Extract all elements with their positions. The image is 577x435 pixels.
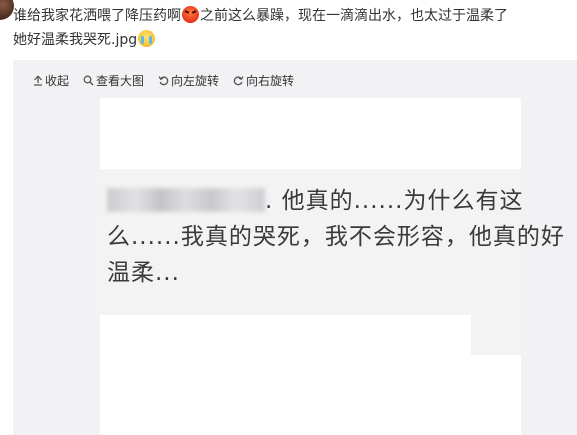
post-text-line-1: 谁给我家花洒喂了降压药啊 之前这么暴躁，现在一滴滴出水，也太过于温柔了: [13, 4, 573, 28]
collapse-label: 收起: [45, 73, 70, 88]
media-panel: 收起 查看大图 向左旋转 向右旋转 . 他真的......为什么有这 么....…: [13, 60, 577, 435]
post-text-part-2: 之前这么暴躁，现在一滴滴出水，也太过于温柔了: [200, 8, 508, 24]
media-toolbar: 收起 查看大图 向左旋转 向右旋转: [33, 71, 294, 89]
rotate-left-button[interactable]: 向左旋转: [158, 72, 219, 89]
angry-face-icon: [182, 6, 199, 23]
post-text: 谁给我家花洒喂了降压药啊 之前这么暴躁，现在一滴滴出水，也太过于温柔了 她好温柔我…: [13, 4, 573, 52]
image-text-line-1: . 他真的......为什么有这: [107, 183, 523, 219]
collapse-icon: [34, 75, 42, 86]
avatar[interactable]: [0, 0, 14, 20]
post-text-part-3: 她好温柔我哭死.jpg: [13, 32, 138, 48]
post-image[interactable]: . 他真的......为什么有这 么......我真的哭死，我不会形容，他真的好…: [100, 98, 565, 435]
image-text: . 他真的......为什么有这 么......我真的哭死，我不会形容，他真的好…: [107, 183, 565, 291]
image-corner: [471, 315, 521, 355]
image-text-line-2: 么......我真的哭死，我不会形容，他真的好: [107, 224, 565, 250]
view-large-label: 查看大图: [96, 73, 145, 88]
post-text-line-2: 她好温柔我哭死.jpg: [13, 28, 573, 52]
rotate-left-icon: [158, 75, 169, 85]
magnifier-icon: [83, 75, 94, 85]
rotate-right-label: 向右旋转: [246, 73, 295, 88]
blurred-text: [107, 188, 265, 212]
crying-face-icon: [138, 30, 156, 47]
image-text-line-1-content: . 他真的......为什么有这: [265, 188, 524, 214]
rotate-right-button[interactable]: 向右旋转: [233, 72, 294, 89]
view-large-button[interactable]: 查看大图: [83, 72, 144, 89]
image-text-line-3: 温柔...: [107, 260, 180, 286]
rotate-right-icon: [233, 75, 244, 85]
collapse-button[interactable]: 收起: [33, 72, 69, 89]
post-text-part-1: 谁给我家花洒喂了降压药啊: [13, 8, 181, 24]
rotate-left-label: 向左旋转: [171, 73, 220, 88]
